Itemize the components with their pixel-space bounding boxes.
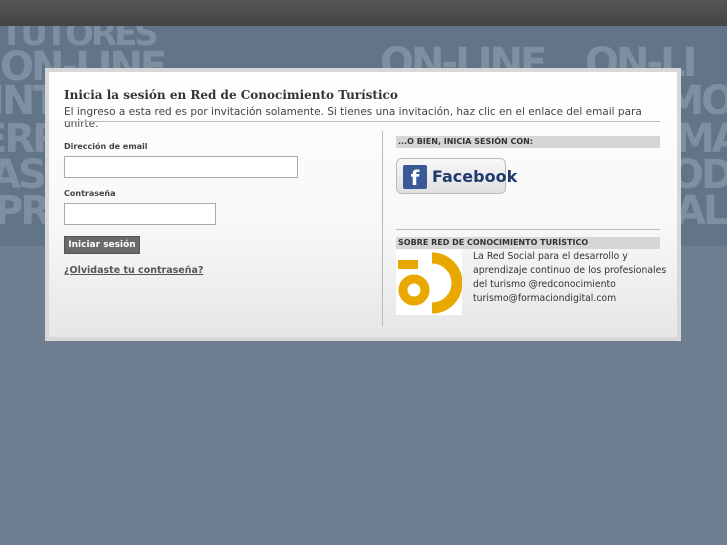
about-description: La Red Social para el desarrollo y apren…: [473, 250, 667, 306]
about-line: aprendizaje continuo de los profesionale…: [473, 265, 667, 276]
login-panel: Inicia la sesión en Red de Conocimiento …: [45, 68, 681, 341]
column-divider: [382, 131, 383, 326]
about-line: La Red Social para el desarrollo y: [473, 251, 628, 262]
about-heading: SOBRE RED DE CONOCIMIENTO TURÍSTICO: [396, 237, 660, 249]
top-bar: [0, 0, 727, 26]
page-subtitle: El ingreso a esta red es por invitación …: [64, 106, 642, 130]
divider: [64, 121, 660, 122]
password-field[interactable]: [64, 203, 216, 225]
divider: [396, 229, 660, 230]
background-word: ALI: [675, 188, 727, 234]
login-button[interactable]: Iniciar sesión: [64, 236, 140, 254]
social-login-heading: ...O BIEN, INICIA SESIÓN CON:: [396, 136, 660, 148]
facebook-icon: f: [403, 165, 427, 190]
about-line: del turismo @redconocimiento: [473, 279, 616, 290]
page-title: Inicia la sesión en Red de Conocimiento …: [64, 88, 398, 102]
forgot-password-link[interactable]: ¿Olvidaste tu contraseña?: [64, 265, 203, 276]
network-logo-icon: [398, 252, 463, 314]
email-label: Dirección de email: [64, 142, 148, 151]
login-panel-inner: Inicia la sesión en Red de Conocimiento …: [49, 72, 677, 337]
email-field[interactable]: [64, 156, 298, 178]
facebook-label: Facebook: [432, 167, 518, 186]
about-email: turismo@formaciondigital.com: [473, 293, 617, 304]
network-logo: [396, 250, 463, 315]
facebook-login-button[interactable]: f Facebook: [396, 158, 517, 194]
password-label: Contraseña: [64, 189, 116, 198]
